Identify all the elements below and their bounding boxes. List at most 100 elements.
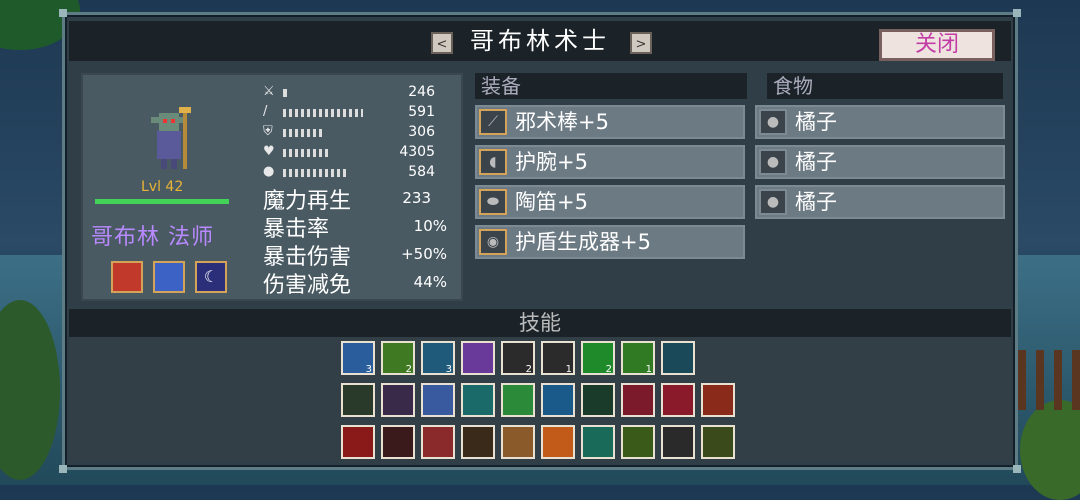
green-orb-icon[interactable]	[581, 383, 615, 417]
equipment-name: 护盾生成器+5	[515, 230, 651, 254]
unit-name: 哥布林 法师	[91, 225, 214, 250]
green-flask-icon[interactable]	[341, 383, 375, 417]
heart-orange-icon[interactable]	[541, 425, 575, 459]
shield-generator-icon: ◉	[479, 229, 507, 255]
stat-value: 591	[408, 104, 435, 120]
spiral-icon[interactable]	[581, 425, 615, 459]
food-name: 橘子	[795, 150, 837, 174]
food-slot[interactable]: ● 橘子	[755, 105, 1005, 139]
character-panel: 哥布林术士 < > 关闭 Lvl 42 哥布林 法师 ☾ ⚔ 246 / 591…	[59, 9, 1021, 473]
attr-value-damage-reduction: 44%	[413, 273, 447, 291]
bracer-icon: ◖	[479, 149, 507, 175]
skills-header: 技能	[69, 309, 1011, 337]
equipment-header: 装备	[475, 73, 747, 99]
skill-level-count: 2	[405, 364, 412, 375]
close-button[interactable]: 关闭	[879, 29, 995, 61]
shield-spell-icon[interactable]: 3	[341, 341, 375, 375]
green-burst-icon[interactable]: 2	[581, 341, 615, 375]
stat-bar	[283, 89, 287, 97]
teal-shield-icon[interactable]	[461, 383, 495, 417]
corner-decoration	[59, 9, 67, 17]
shield-icon: ⛨	[263, 124, 273, 139]
orange-icon: ●	[759, 109, 787, 135]
red-arrow-up-icon[interactable]	[111, 261, 143, 293]
skill-level-count: 1	[565, 364, 572, 375]
red-eye-icon[interactable]	[341, 425, 375, 459]
food-slot[interactable]: ● 橘子	[755, 185, 1005, 219]
equipment-slot[interactable]: ◉ 护盾生成器+5	[475, 225, 745, 259]
food-name: 橘子	[795, 190, 837, 214]
lightbulb-icon[interactable]	[661, 425, 695, 459]
stat-value: 306	[408, 124, 435, 140]
chain-lightning-icon[interactable]: 1	[541, 341, 575, 375]
corner-decoration	[1013, 465, 1021, 473]
sword-icon: ⚔	[263, 84, 275, 99]
equipment-slot[interactable]: ◖ 护腕+5	[475, 145, 745, 179]
equipment-slot[interactable]: ⟋ 邪术棒+5	[475, 105, 745, 139]
crescent-moon-icon[interactable]: ☾	[195, 261, 227, 293]
health-bar	[95, 199, 229, 204]
orange-icon: ●	[759, 189, 787, 215]
target-icon[interactable]	[541, 383, 575, 417]
flame-icon[interactable]	[701, 383, 735, 417]
fire-tower-icon[interactable]	[461, 425, 495, 459]
skill-level-count: 3	[365, 364, 372, 375]
skill-level-count: 2	[525, 364, 532, 375]
hourglass-icon[interactable]	[501, 425, 535, 459]
dots-icon[interactable]	[421, 425, 455, 459]
red-lightning-icon[interactable]	[621, 383, 655, 417]
stat-row-speed: ● 584	[263, 163, 463, 183]
stat-bar	[283, 149, 331, 157]
stat-row-magic: / 591	[263, 103, 463, 123]
stat-bar	[283, 169, 349, 177]
purple-star-icon[interactable]	[461, 341, 495, 375]
stat-row-attack: ⚔ 246	[263, 83, 463, 103]
staff-icon: ⟋	[479, 109, 507, 135]
boot-icon: ●	[263, 164, 275, 179]
heart-icon: ♥	[263, 144, 275, 159]
title-bar: 哥布林术士 < >	[69, 21, 1011, 61]
skill-level-count: 2	[605, 364, 612, 375]
red-bolt-icon[interactable]	[661, 383, 695, 417]
character-info-box: Lvl 42 哥布林 法师 ☾ ⚔ 246 / 591 ⛨ 306 ♥ 4305…	[81, 73, 463, 301]
equipment-name: 邪术棒+5	[515, 110, 609, 134]
purple-arrow-icon[interactable]	[381, 383, 415, 417]
cyan-cog-icon[interactable]	[661, 341, 695, 375]
corner-decoration	[59, 465, 67, 473]
wave-icon[interactable]: 3	[421, 341, 455, 375]
food-slot[interactable]: ● 橘子	[755, 145, 1005, 179]
stat-value: 4305	[399, 144, 435, 160]
stat-row-health: ♥ 4305	[263, 143, 463, 163]
unit-title: 哥布林术士	[470, 27, 610, 55]
demon-face-icon[interactable]	[621, 425, 655, 459]
stat-value: 584	[408, 164, 435, 180]
green-ring-icon[interactable]: 2	[381, 341, 415, 375]
attr-value-mana-regen: 233	[402, 189, 431, 207]
equipment-slot[interactable]: ⬬ 陶笛+5	[475, 185, 745, 219]
green-cloud-icon[interactable]: 1	[621, 341, 655, 375]
prev-unit-button[interactable]: <	[431, 32, 453, 54]
stat-bar	[283, 109, 363, 117]
stat-bar	[283, 129, 325, 137]
stat-value: 246	[408, 84, 435, 100]
equipment-name: 护腕+5	[515, 150, 588, 174]
food-header: 食物	[767, 73, 1003, 99]
crown-ring-icon[interactable]	[701, 425, 735, 459]
level-label: Lvl 42	[141, 179, 184, 195]
attr-value-crit-rate: 10%	[413, 217, 447, 235]
ocarina-icon: ⬬	[479, 189, 507, 215]
wand-icon: /	[263, 104, 268, 119]
food-name: 橘子	[795, 110, 837, 134]
blue-staff-shield-icon[interactable]	[153, 261, 185, 293]
equipment-name: 陶笛+5	[515, 190, 588, 214]
orange-icon: ●	[759, 149, 787, 175]
next-unit-button[interactable]: >	[630, 32, 652, 54]
skill-level-count: 1	[645, 364, 652, 375]
crystal-icon[interactable]	[421, 383, 455, 417]
green-box-icon[interactable]	[501, 383, 535, 417]
skill-level-count: 3	[445, 364, 452, 375]
attr-label-damage-reduction: 伤害减免	[263, 273, 352, 298]
dice-icon[interactable]	[381, 425, 415, 459]
lightning-icon[interactable]: 2	[501, 341, 535, 375]
goblin-mage-portrait	[151, 107, 191, 169]
